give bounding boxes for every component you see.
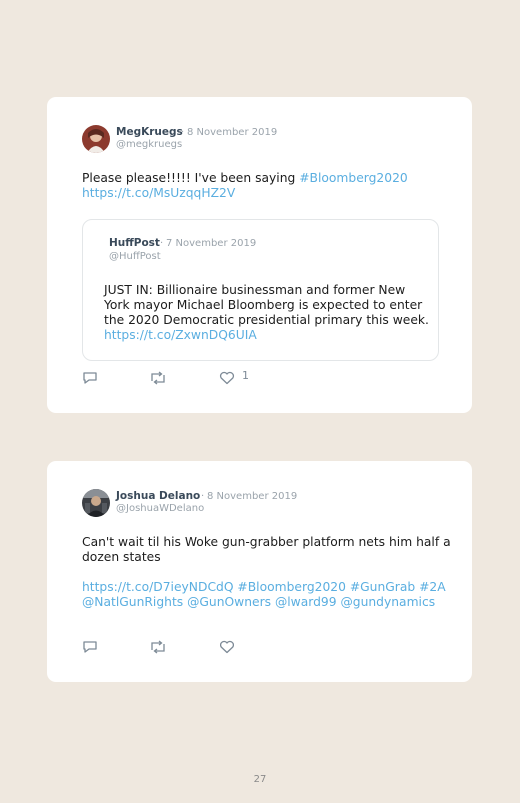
quoted-url-link[interactable]: https://t.co/ZxwnDQ6UIA [104, 328, 257, 342]
author-name[interactable]: MegKruegs [116, 126, 183, 138]
quoted-text-line: the 2020 Democratic presidential primary… [104, 313, 429, 327]
tweet-url-link[interactable]: https://t.co/MsUzqqHZ2V [82, 186, 235, 200]
tweet-date[interactable]: 8 November 2019 [207, 491, 297, 502]
separator-dot: · [181, 127, 185, 138]
tweet-text: Please please!!!!! I've been saying #Blo… [82, 171, 442, 201]
hashtag-link[interactable]: #Bloomberg2020 [299, 171, 408, 185]
tweet-links: https://t.co/D7ieyNDCdQ #Bloomberg2020 #… [82, 580, 452, 610]
page-number: 27 [253, 774, 267, 785]
tweet-text-plain: Please please!!!!! I've been saying [82, 171, 300, 185]
author-name[interactable]: Joshua Delano [116, 490, 200, 502]
quoted-author-handle[interactable]: @HuffPost [109, 251, 161, 262]
avatar[interactable] [82, 125, 110, 153]
separator-dot: · [160, 238, 164, 249]
retweet-icon[interactable] [149, 370, 167, 385]
quoted-text-line: JUST IN: Billionaire businessman and for… [104, 283, 406, 297]
tweet-card: MegKruegs · 8 November 2019 @megkruegs P… [47, 97, 472, 413]
quoted-text-line: York mayor Michael Bloomberg is expected… [104, 298, 423, 312]
like-icon[interactable] [219, 370, 237, 385]
author-handle[interactable]: @JoshuaWDelano [116, 503, 204, 514]
separator-dot: · [201, 491, 205, 502]
author-handle[interactable]: @megkruegs [116, 139, 182, 150]
tweet-links-line[interactable]: @NatlGunRights @GunOwners @lward99 @gund… [82, 595, 435, 609]
tweet-text-line: dozen states [82, 550, 161, 564]
tweet-text: Can't wait til his Woke gun-grabber plat… [82, 535, 452, 565]
retweet-icon[interactable] [149, 639, 167, 654]
tweet-date[interactable]: 8 November 2019 [187, 127, 277, 138]
avatar[interactable] [82, 489, 110, 517]
like-count: 1 [242, 369, 249, 382]
quoted-author-name[interactable]: HuffPost [109, 237, 160, 249]
like-icon[interactable] [219, 639, 237, 654]
tweet-text-line: Can't wait til his Woke gun-grabber plat… [82, 535, 451, 549]
reply-icon[interactable] [82, 370, 100, 384]
tweet-links-line[interactable]: https://t.co/D7ieyNDCdQ #Bloomberg2020 #… [82, 580, 446, 594]
quoted-tweet-text: JUST IN: Billionaire businessman and for… [104, 283, 434, 343]
reply-icon[interactable] [82, 639, 100, 653]
quoted-tweet-date[interactable]: 7 November 2019 [166, 238, 256, 249]
tweet-card: Joshua Delano · 8 November 2019 @JoshuaW… [47, 461, 472, 682]
quoted-tweet[interactable]: HuffPost · 7 November 2019 @HuffPost JUS… [82, 219, 439, 361]
